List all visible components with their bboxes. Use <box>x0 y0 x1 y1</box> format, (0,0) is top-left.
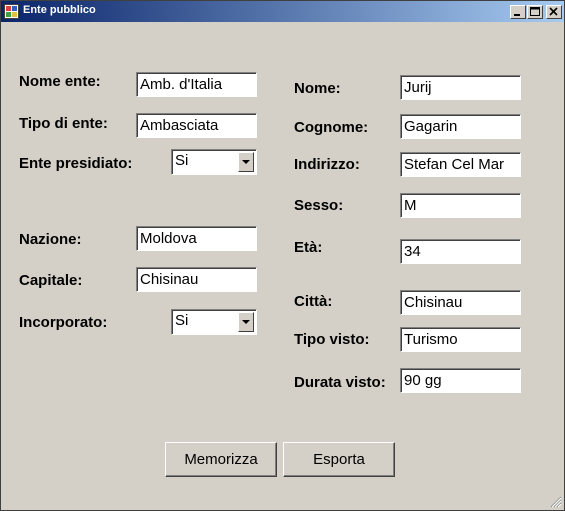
incorporato-value: Si <box>175 312 189 329</box>
ente-presidiato-label: Ente presidiato: <box>19 155 133 172</box>
maximize-icon <box>530 7 540 16</box>
incorporato-dropdown-button[interactable] <box>238 312 254 332</box>
minimize-button[interactable] <box>510 5 526 19</box>
app-window: Ente pubblico Nome ente: Tipo di ente: E… <box>0 0 565 511</box>
nome-ente-input[interactable] <box>139 74 255 95</box>
cognome-field[interactable] <box>400 114 521 139</box>
ente-presidiato-select[interactable]: Si <box>171 149 257 175</box>
tipo-ente-field[interactable] <box>136 113 257 138</box>
nazione-field[interactable] <box>136 226 257 251</box>
memorizza-button[interactable]: Memorizza <box>165 442 277 477</box>
nazione-input[interactable] <box>139 228 255 249</box>
indirizzo-field[interactable] <box>400 152 521 177</box>
chevron-down-icon <box>242 320 250 324</box>
indirizzo-input[interactable] <box>403 154 519 175</box>
indirizzo-label: Indirizzo: <box>294 156 360 173</box>
nome-ente-field[interactable] <box>136 72 257 97</box>
capitale-input[interactable] <box>139 269 255 290</box>
nome-field[interactable] <box>400 75 521 100</box>
maximize-button[interactable] <box>527 5 543 19</box>
citta-field[interactable] <box>400 290 521 315</box>
sesso-field[interactable] <box>400 193 521 218</box>
ente-presidiato-dropdown-button[interactable] <box>238 152 254 172</box>
esporta-button[interactable]: Esporta <box>283 442 395 477</box>
window-title: Ente pubblico <box>23 4 96 16</box>
durata-visto-input[interactable] <box>403 370 519 391</box>
citta-input[interactable] <box>403 292 519 313</box>
nome-label: Nome: <box>294 80 341 97</box>
tipo-visto-input[interactable] <box>403 329 519 350</box>
capitale-field[interactable] <box>136 267 257 292</box>
durata-visto-field[interactable] <box>400 368 521 393</box>
tipo-visto-label: Tipo visto: <box>294 331 370 348</box>
tipo-ente-input[interactable] <box>139 115 255 136</box>
eta-input[interactable] <box>403 241 519 262</box>
eta-label: Età: <box>294 239 323 256</box>
title-bar[interactable]: Ente pubblico <box>1 1 564 22</box>
chevron-down-icon <box>242 160 250 164</box>
nome-input[interactable] <box>403 77 519 98</box>
close-button[interactable] <box>546 5 562 19</box>
cognome-input[interactable] <box>403 116 519 137</box>
sesso-label: Sesso: <box>294 197 344 214</box>
resize-grip-icon[interactable] <box>550 496 562 508</box>
incorporato-label: Incorporato: <box>19 314 108 331</box>
minimize-icon <box>514 14 520 16</box>
close-icon <box>549 7 558 16</box>
form-app-icon <box>4 4 19 19</box>
tipo-ente-label: Tipo di ente: <box>19 115 108 132</box>
ente-presidiato-value: Si <box>175 152 189 169</box>
cognome-label: Cognome: <box>294 119 369 136</box>
citta-label: Città: <box>294 293 333 310</box>
durata-visto-label: Durata visto: <box>294 374 386 391</box>
sesso-input[interactable] <box>403 195 519 216</box>
incorporato-select[interactable]: Si <box>171 309 257 335</box>
tipo-visto-field[interactable] <box>400 327 521 352</box>
capitale-label: Capitale: <box>19 272 83 289</box>
nome-ente-label: Nome ente: <box>19 73 101 90</box>
eta-field[interactable] <box>400 239 521 264</box>
nazione-label: Nazione: <box>19 231 82 248</box>
